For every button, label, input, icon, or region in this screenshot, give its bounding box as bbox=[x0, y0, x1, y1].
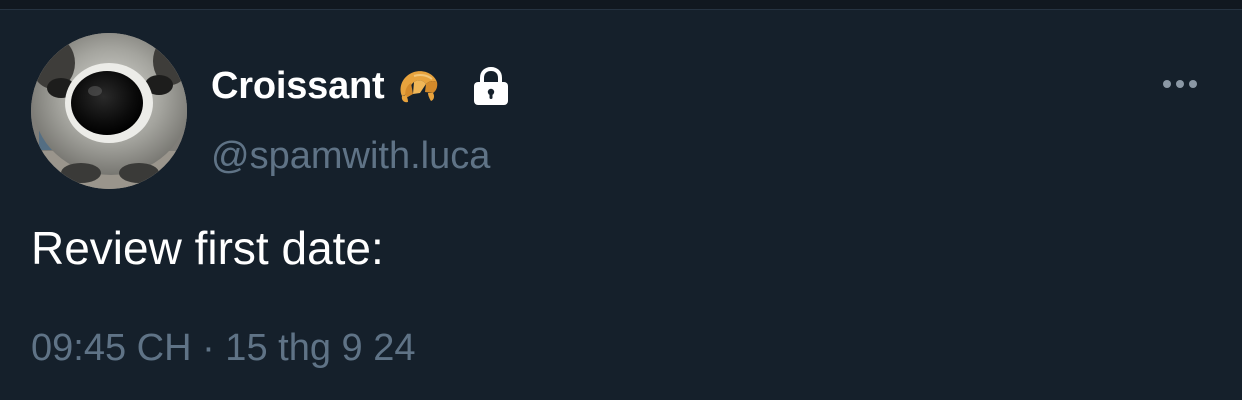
more-dot bbox=[1176, 80, 1184, 88]
avatar[interactable] bbox=[31, 33, 187, 189]
name-row: Croissant bbox=[211, 61, 512, 111]
more-options-icon[interactable] bbox=[1156, 71, 1204, 97]
tweet-card: Croissant @spamwith.luca Review first da… bbox=[0, 11, 1242, 400]
lock-icon bbox=[470, 65, 512, 107]
top-divider bbox=[0, 0, 1242, 10]
tweet-text: Review first date: bbox=[31, 222, 384, 274]
more-dot bbox=[1189, 80, 1197, 88]
raccoon-avatar-image bbox=[31, 33, 187, 189]
more-dot bbox=[1163, 80, 1171, 88]
tweet-timestamp[interactable]: 09:45 CH · 15 thg 9 24 bbox=[31, 329, 415, 367]
croissant-icon bbox=[396, 66, 440, 106]
display-name[interactable]: Croissant bbox=[211, 67, 385, 105]
user-handle[interactable]: @spamwith.luca bbox=[211, 137, 490, 175]
